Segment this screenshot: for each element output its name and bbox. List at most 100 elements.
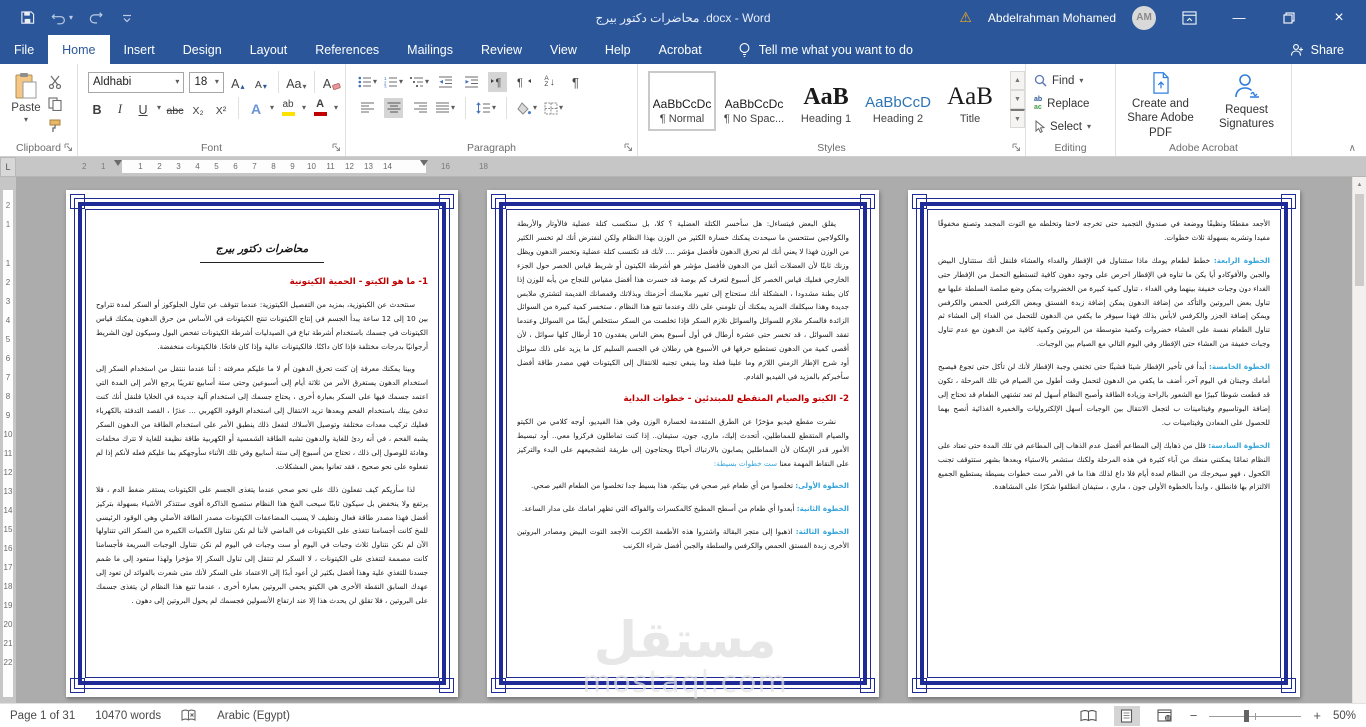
decrease-indent-button[interactable] xyxy=(436,72,455,92)
save-button[interactable] xyxy=(20,10,35,25)
copy-button[interactable] xyxy=(48,97,62,111)
superscript-button[interactable]: X² xyxy=(212,98,230,118)
tab-review[interactable]: Review xyxy=(467,35,536,64)
zoom-slider[interactable] xyxy=(1209,709,1302,723)
select-button[interactable]: Select ▾ xyxy=(1034,115,1111,138)
tab-design[interactable]: Design xyxy=(169,35,236,64)
language-indicator[interactable]: Arabic (Egypt) xyxy=(217,710,290,722)
styles-more-button[interactable]: ▼ xyxy=(1010,109,1025,128)
align-right-button[interactable] xyxy=(410,98,429,118)
clear-formatting-button[interactable]: A xyxy=(323,72,341,92)
scrollbar-thumb[interactable] xyxy=(1355,194,1364,286)
tab-references[interactable]: References xyxy=(301,35,393,64)
share-button[interactable]: Share xyxy=(1290,35,1366,64)
font-name-combo[interactable]: Aldhabi ▾ xyxy=(88,71,185,93)
page-indicator[interactable]: Page 1 of 31 xyxy=(10,710,75,722)
style-heading2[interactable]: AaBbCcD Heading 2 xyxy=(864,71,932,131)
underline-button[interactable]: U xyxy=(134,98,152,118)
tab-home[interactable]: Home xyxy=(48,35,110,64)
styles-scroll-up-button[interactable]: ▲ xyxy=(1010,71,1025,90)
find-button[interactable]: Find ▾ xyxy=(1034,69,1111,92)
tell-me-box[interactable]: Tell me what you want to do xyxy=(738,35,913,64)
request-signatures-button[interactable]: Request Signatures xyxy=(1207,69,1287,140)
page-3-content[interactable]: الأجعد مقطعًا ونظيفًا ووضعة في صندوق الت… xyxy=(938,217,1270,670)
cut-button[interactable] xyxy=(48,75,62,89)
read-mode-button[interactable] xyxy=(1076,706,1102,726)
collapse-ribbon-button[interactable]: ∧ xyxy=(1349,143,1356,154)
font-name-dropdown-icon[interactable]: ▾ xyxy=(175,78,179,86)
line-spacing-button[interactable]: ▾ xyxy=(476,98,496,118)
proofing-status-button[interactable] xyxy=(181,709,197,723)
replace-button[interactable]: ab ac Replace xyxy=(1034,92,1111,115)
numbering-button[interactable]: 123 ▾ xyxy=(384,72,403,92)
page-1-content[interactable]: محاضرات دكتور بيرج 1- ما هو الكيتو - الح… xyxy=(96,217,428,670)
close-button[interactable]: × xyxy=(1322,0,1356,35)
align-left-button[interactable] xyxy=(358,98,377,118)
zoom-slider-thumb[interactable] xyxy=(1244,709,1250,722)
vertical-scrollbar[interactable]: ▲ xyxy=(1352,177,1366,703)
tab-insert[interactable]: Insert xyxy=(110,35,169,64)
tab-layout[interactable]: Layout xyxy=(236,35,302,64)
indent-marker[interactable] xyxy=(420,160,428,166)
style-heading1[interactable]: AaB Heading 1 xyxy=(792,71,860,131)
style-normal[interactable]: AaBbCcDc ¶ Normal xyxy=(648,71,716,131)
shading-button[interactable]: ▾ xyxy=(517,98,537,118)
change-case-button[interactable]: Aa ▾ xyxy=(286,72,306,92)
increase-indent-button[interactable] xyxy=(462,72,481,92)
justify-button[interactable]: ▾ xyxy=(436,98,455,118)
italic-button[interactable]: I xyxy=(111,98,129,118)
left-to-right-text-direction-button[interactable]: ¶ xyxy=(488,72,508,92)
font-size-dropdown-icon[interactable]: ▾ xyxy=(215,78,219,86)
borders-button[interactable]: ▾ xyxy=(544,98,563,118)
scrollbar-up-icon[interactable]: ▲ xyxy=(1353,177,1366,192)
underline-dropdown-icon[interactable]: ▾ xyxy=(157,104,161,112)
minimize-button[interactable]: — xyxy=(1222,0,1256,35)
bullets-button[interactable]: ▾ xyxy=(358,72,377,92)
zoom-out-button[interactable]: − xyxy=(1190,708,1198,723)
shrink-font-button[interactable]: A ▾ xyxy=(252,72,270,92)
bold-button[interactable]: B xyxy=(88,98,106,118)
ribbon-display-options-button[interactable] xyxy=(1172,0,1206,35)
strikethrough-button[interactable]: abc xyxy=(166,98,184,118)
indent-marker[interactable] xyxy=(114,160,122,166)
create-share-pdf-button[interactable]: Create and Share Adobe PDF xyxy=(1121,69,1201,140)
customize-quick-access-button[interactable] xyxy=(121,12,133,24)
style-title[interactable]: AaB Title xyxy=(936,71,1004,131)
tab-file[interactable]: File xyxy=(0,35,48,64)
print-layout-button[interactable] xyxy=(1113,705,1140,726)
format-painter-button[interactable] xyxy=(48,119,62,133)
highlight-dropdown-icon[interactable]: ▾ xyxy=(302,104,306,112)
subscript-button[interactable]: X₂ xyxy=(189,98,207,118)
redo-button[interactable] xyxy=(89,11,105,25)
account-user-name[interactable]: Abdelrahman Mohamed xyxy=(988,11,1116,25)
multilevel-list-button[interactable]: ▾ xyxy=(410,72,429,92)
avatar[interactable]: AM xyxy=(1132,5,1156,30)
tab-help[interactable]: Help xyxy=(591,35,645,64)
vertical-ruler[interactable]: 2 1 1 2 3 4 5 6 7 8 9 10 11 12 13 14 15 16 17 18 19 20 21 22 xyxy=(0,177,16,703)
sort-button[interactable]: AZ ↓ xyxy=(540,72,559,92)
font-color-button[interactable]: A xyxy=(311,98,329,118)
zoom-in-button[interactable]: + xyxy=(1313,708,1321,723)
show-hide-marks-button[interactable]: ¶ xyxy=(566,72,585,92)
font-size-combo[interactable]: 18 ▾ xyxy=(189,71,224,93)
right-to-left-text-direction-button[interactable]: ¶ xyxy=(514,72,533,92)
tab-view[interactable]: View xyxy=(536,35,591,64)
horizontal-ruler[interactable]: L 2 1 1 2 3 4 5 6 7 8 9 10 11 12 13 14 16 18 xyxy=(0,157,1366,177)
word-count[interactable]: 10470 words xyxy=(95,710,161,722)
font-color-dropdown-icon[interactable]: ▾ xyxy=(334,104,338,112)
undo-dropdown-icon[interactable]: ▾ xyxy=(69,13,73,22)
tab-mailings[interactable]: Mailings xyxy=(393,35,467,64)
web-layout-button[interactable] xyxy=(1152,706,1178,726)
text-effects-button[interactable]: A xyxy=(247,98,265,118)
text-highlight-button[interactable]: ab xyxy=(279,98,297,118)
paste-button[interactable]: Paste ▾ xyxy=(4,69,48,140)
text-effects-dropdown-icon[interactable]: ▾ xyxy=(270,104,274,112)
undo-button[interactable]: ▾ xyxy=(51,11,73,25)
page-2-content[interactable]: يقلق البعض فيتساءل: هل سأخسر الكتلة العض… xyxy=(517,217,849,670)
zoom-level[interactable]: 50% xyxy=(1333,710,1356,722)
grow-font-button[interactable]: A ▴ xyxy=(229,72,247,92)
styles-scroll-down-button[interactable]: ▼ xyxy=(1010,90,1025,109)
notification-warning-icon[interactable]: ⚠ xyxy=(959,9,972,26)
paste-dropdown-icon[interactable]: ▾ xyxy=(24,116,28,124)
restore-button[interactable] xyxy=(1272,0,1306,35)
